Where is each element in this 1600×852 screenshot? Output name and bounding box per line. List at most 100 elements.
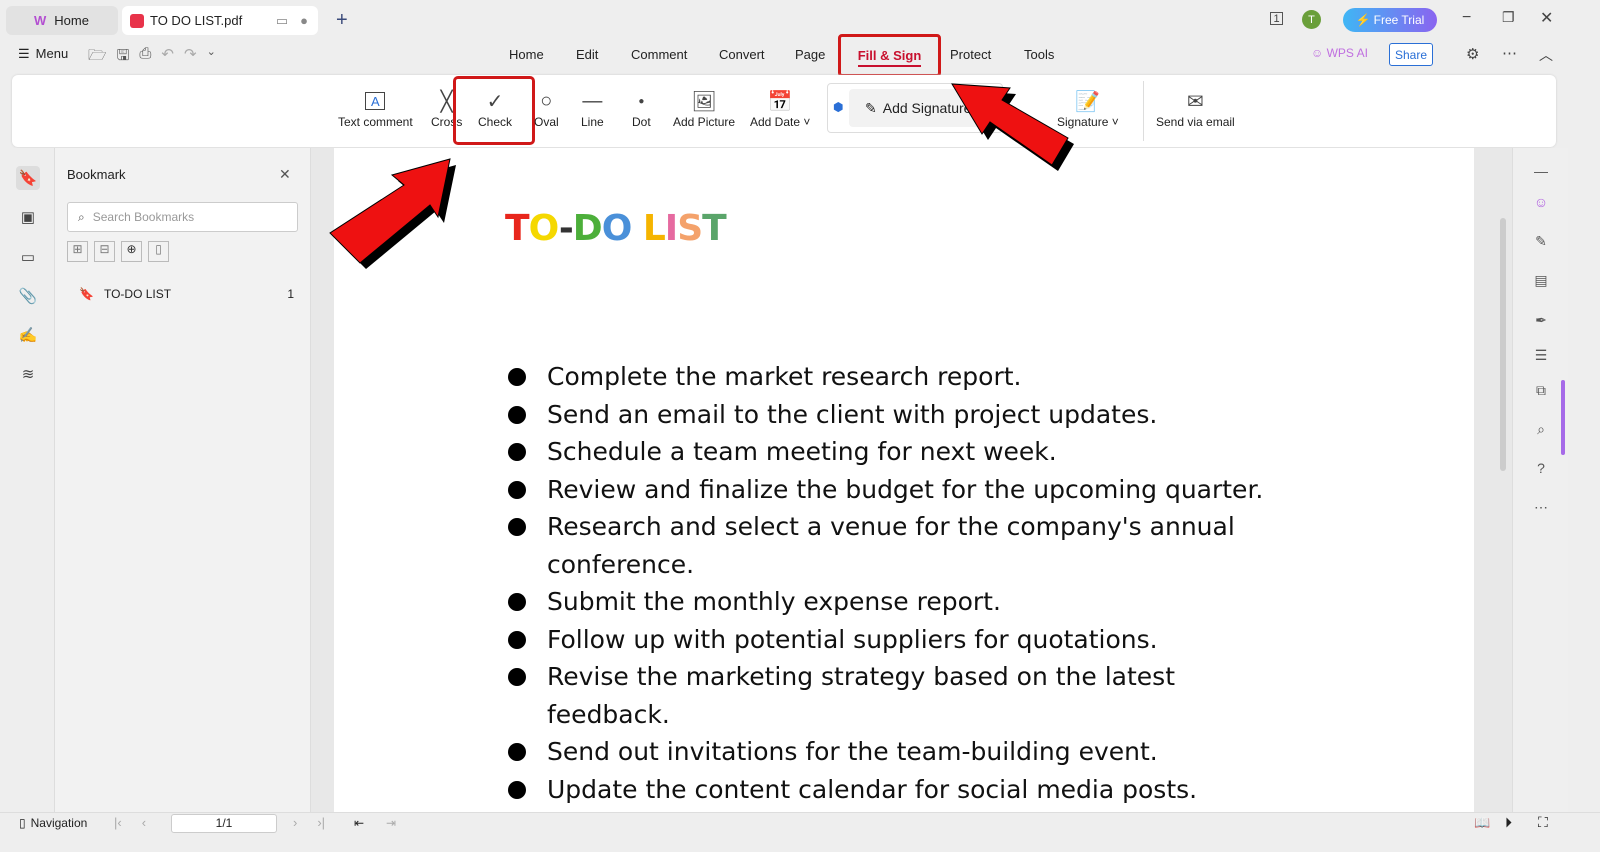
tab-home-menu[interactable]: Home bbox=[509, 47, 544, 62]
delete-bookmark-icon[interactable]: ▯ bbox=[148, 241, 169, 262]
tab-tools[interactable]: Tools bbox=[1024, 47, 1054, 62]
minus-icon[interactable]: — bbox=[1530, 160, 1552, 182]
new-tab-button[interactable]: + bbox=[336, 9, 348, 32]
line-button[interactable]: — Line bbox=[581, 87, 604, 130]
chevron-down-icon[interactable]: ⌄ bbox=[207, 45, 216, 70]
settings-icon[interactable]: ⚙ bbox=[1466, 45, 1479, 63]
search-doc-icon[interactable]: ⌕ bbox=[1530, 418, 1552, 440]
page-input[interactable]: 1/1 bbox=[171, 814, 277, 833]
menu-button[interactable]: ☰ Menu bbox=[18, 46, 68, 62]
send-email-button[interactable]: ✉ Send via email bbox=[1156, 87, 1235, 130]
collapse-ribbon-icon[interactable]: ︿ bbox=[1539, 45, 1553, 65]
save-icon[interactable]: 🖫 bbox=[117, 45, 130, 70]
collapse-all-icon[interactable]: ⊟ bbox=[94, 241, 115, 262]
side-panel-handle[interactable] bbox=[1561, 380, 1565, 455]
tab-comment[interactable]: Comment bbox=[631, 47, 687, 62]
wps-ai-button[interactable]: ☺ WPS AI bbox=[1311, 46, 1368, 60]
add-bookmark-icon[interactable]: ⊕ bbox=[121, 241, 142, 262]
share-button[interactable]: Share bbox=[1389, 43, 1433, 66]
redo-icon[interactable]: ↷ bbox=[184, 45, 197, 70]
oval-button[interactable]: ○ Oval bbox=[534, 87, 559, 130]
read-mode-icon[interactable]: 📖 bbox=[1474, 815, 1490, 831]
check-tool[interactable]: ✓ Check bbox=[478, 87, 512, 130]
add-picture-button[interactable]: 🖼 Add Picture bbox=[673, 87, 735, 130]
back-view-icon[interactable]: ⇤ bbox=[354, 816, 364, 830]
bookmark-panel-icon[interactable]: 🔖 bbox=[16, 166, 40, 190]
vertical-scrollbar[interactable] bbox=[1500, 218, 1506, 471]
text-comment-label: Text comment bbox=[338, 115, 413, 129]
tab-protect[interactable]: Protect bbox=[950, 47, 991, 62]
list-item-text: Send out invitations for the team-buildi… bbox=[547, 737, 1158, 766]
text-comment-button[interactable]: A Text comment bbox=[338, 87, 413, 129]
add-date-button[interactable]: 📅 Add Date ˅ bbox=[750, 87, 810, 130]
title-letter: I bbox=[664, 208, 678, 249]
title-letter: T bbox=[505, 208, 530, 249]
list-item-text: Revise the marketing strategy based on t… bbox=[547, 662, 1175, 729]
list-item-text: Research and select a venue for the comp… bbox=[547, 512, 1235, 579]
tab-document[interactable]: TO DO LIST.pdf ▭ ● bbox=[122, 6, 318, 35]
thumbnail-icon[interactable]: ▣ bbox=[16, 205, 40, 229]
bookmark-search[interactable]: ⌕ Search Bookmarks bbox=[67, 202, 298, 232]
tab-fill-sign[interactable]: Fill & Sign bbox=[838, 34, 941, 77]
sign-icon[interactable]: ✒ bbox=[1530, 309, 1552, 331]
undo-icon[interactable]: ↶ bbox=[161, 45, 174, 70]
form-icon[interactable]: ▤ bbox=[1530, 269, 1552, 291]
prev-page-icon[interactable]: ‹ bbox=[142, 815, 146, 830]
menu-label: Menu bbox=[35, 46, 69, 61]
bullet-icon bbox=[508, 518, 526, 536]
annotation-arrow-right bbox=[951, 83, 1074, 171]
more-tools-icon[interactable]: ⋯ bbox=[1530, 496, 1552, 518]
pdf-page: TO-DO LIST Complete the market research … bbox=[334, 148, 1474, 812]
ai-assistant-icon[interactable]: ☺ bbox=[1530, 191, 1552, 213]
bullet-icon bbox=[508, 743, 526, 761]
tab-fill-sign-label: Fill & Sign bbox=[857, 48, 922, 67]
minimize-button[interactable]: − bbox=[1462, 9, 1471, 27]
tab-page[interactable]: Page bbox=[795, 47, 825, 62]
compare-icon[interactable]: ☰ bbox=[1530, 344, 1552, 366]
bookmark-item[interactable]: 🔖 TO-DO LIST 1 bbox=[79, 287, 294, 301]
layers-icon[interactable]: ≋ bbox=[16, 362, 40, 386]
restore-button[interactable]: ❐ bbox=[1502, 9, 1515, 26]
forward-view-icon[interactable]: ⇥ bbox=[386, 816, 396, 830]
signature-panel-icon[interactable]: ✍ bbox=[16, 323, 40, 347]
dot-button[interactable]: ● Dot bbox=[632, 87, 651, 130]
tab-home[interactable]: W Home bbox=[6, 6, 118, 35]
page-view-icon[interactable]: 1 bbox=[1270, 12, 1283, 25]
first-page-icon[interactable]: |‹ bbox=[114, 815, 122, 830]
list-item: Follow up with potential suppliers for q… bbox=[508, 621, 1288, 659]
dot-icon: ● bbox=[638, 95, 645, 107]
oval-label: Oval bbox=[534, 115, 559, 129]
tab-document-label: TO DO LIST.pdf bbox=[150, 13, 243, 28]
more-icon[interactable]: ⋯ bbox=[1502, 44, 1517, 62]
monitor-icon[interactable]: ▭ bbox=[276, 13, 288, 29]
bullet-icon bbox=[508, 668, 526, 686]
free-trial-button[interactable]: ⚡ Free Trial bbox=[1343, 8, 1437, 32]
list-item: Schedule a team meeting for next week. bbox=[508, 433, 1288, 471]
attachment-icon[interactable]: 📎 bbox=[16, 284, 40, 308]
list-item: Complete the market research report. bbox=[508, 358, 1288, 396]
close-panel-icon[interactable]: ✕ bbox=[279, 166, 291, 183]
fullscreen-icon[interactable]: ⛶ bbox=[1538, 814, 1548, 831]
edit-icon[interactable]: ✎ bbox=[1530, 230, 1552, 252]
print-icon[interactable]: ⎙ bbox=[139, 45, 151, 70]
close-window-button[interactable]: ✕ bbox=[1540, 8, 1553, 28]
avatar[interactable]: T bbox=[1302, 10, 1321, 29]
navigation-button[interactable]: ▯ Navigation bbox=[19, 816, 87, 830]
open-folder-icon[interactable]: 🗁 bbox=[88, 45, 107, 70]
help-icon[interactable]: ? bbox=[1530, 457, 1552, 479]
document-title: TO-DO LIST bbox=[505, 208, 727, 249]
next-page-icon[interactable]: › bbox=[293, 815, 297, 830]
bullet-icon bbox=[508, 780, 526, 799]
hamburger-icon: ☰ bbox=[18, 46, 30, 61]
last-page-icon[interactable]: ›| bbox=[317, 815, 325, 830]
play-icon[interactable]: ⏵ bbox=[1505, 814, 1512, 831]
tab-edit[interactable]: Edit bbox=[576, 47, 598, 62]
expand-all-icon[interactable]: ⊞ bbox=[67, 241, 88, 262]
todo-list: Complete the market research report. Send… bbox=[508, 358, 1288, 808]
comment-panel-icon[interactable]: ▭ bbox=[16, 245, 40, 269]
translate-icon[interactable]: ⧉ bbox=[1530, 379, 1552, 401]
bookmark-icon: 🔖 bbox=[79, 287, 94, 301]
dot-label: Dot bbox=[632, 115, 651, 129]
line-icon: — bbox=[582, 89, 603, 112]
tab-convert[interactable]: Convert bbox=[719, 47, 765, 62]
